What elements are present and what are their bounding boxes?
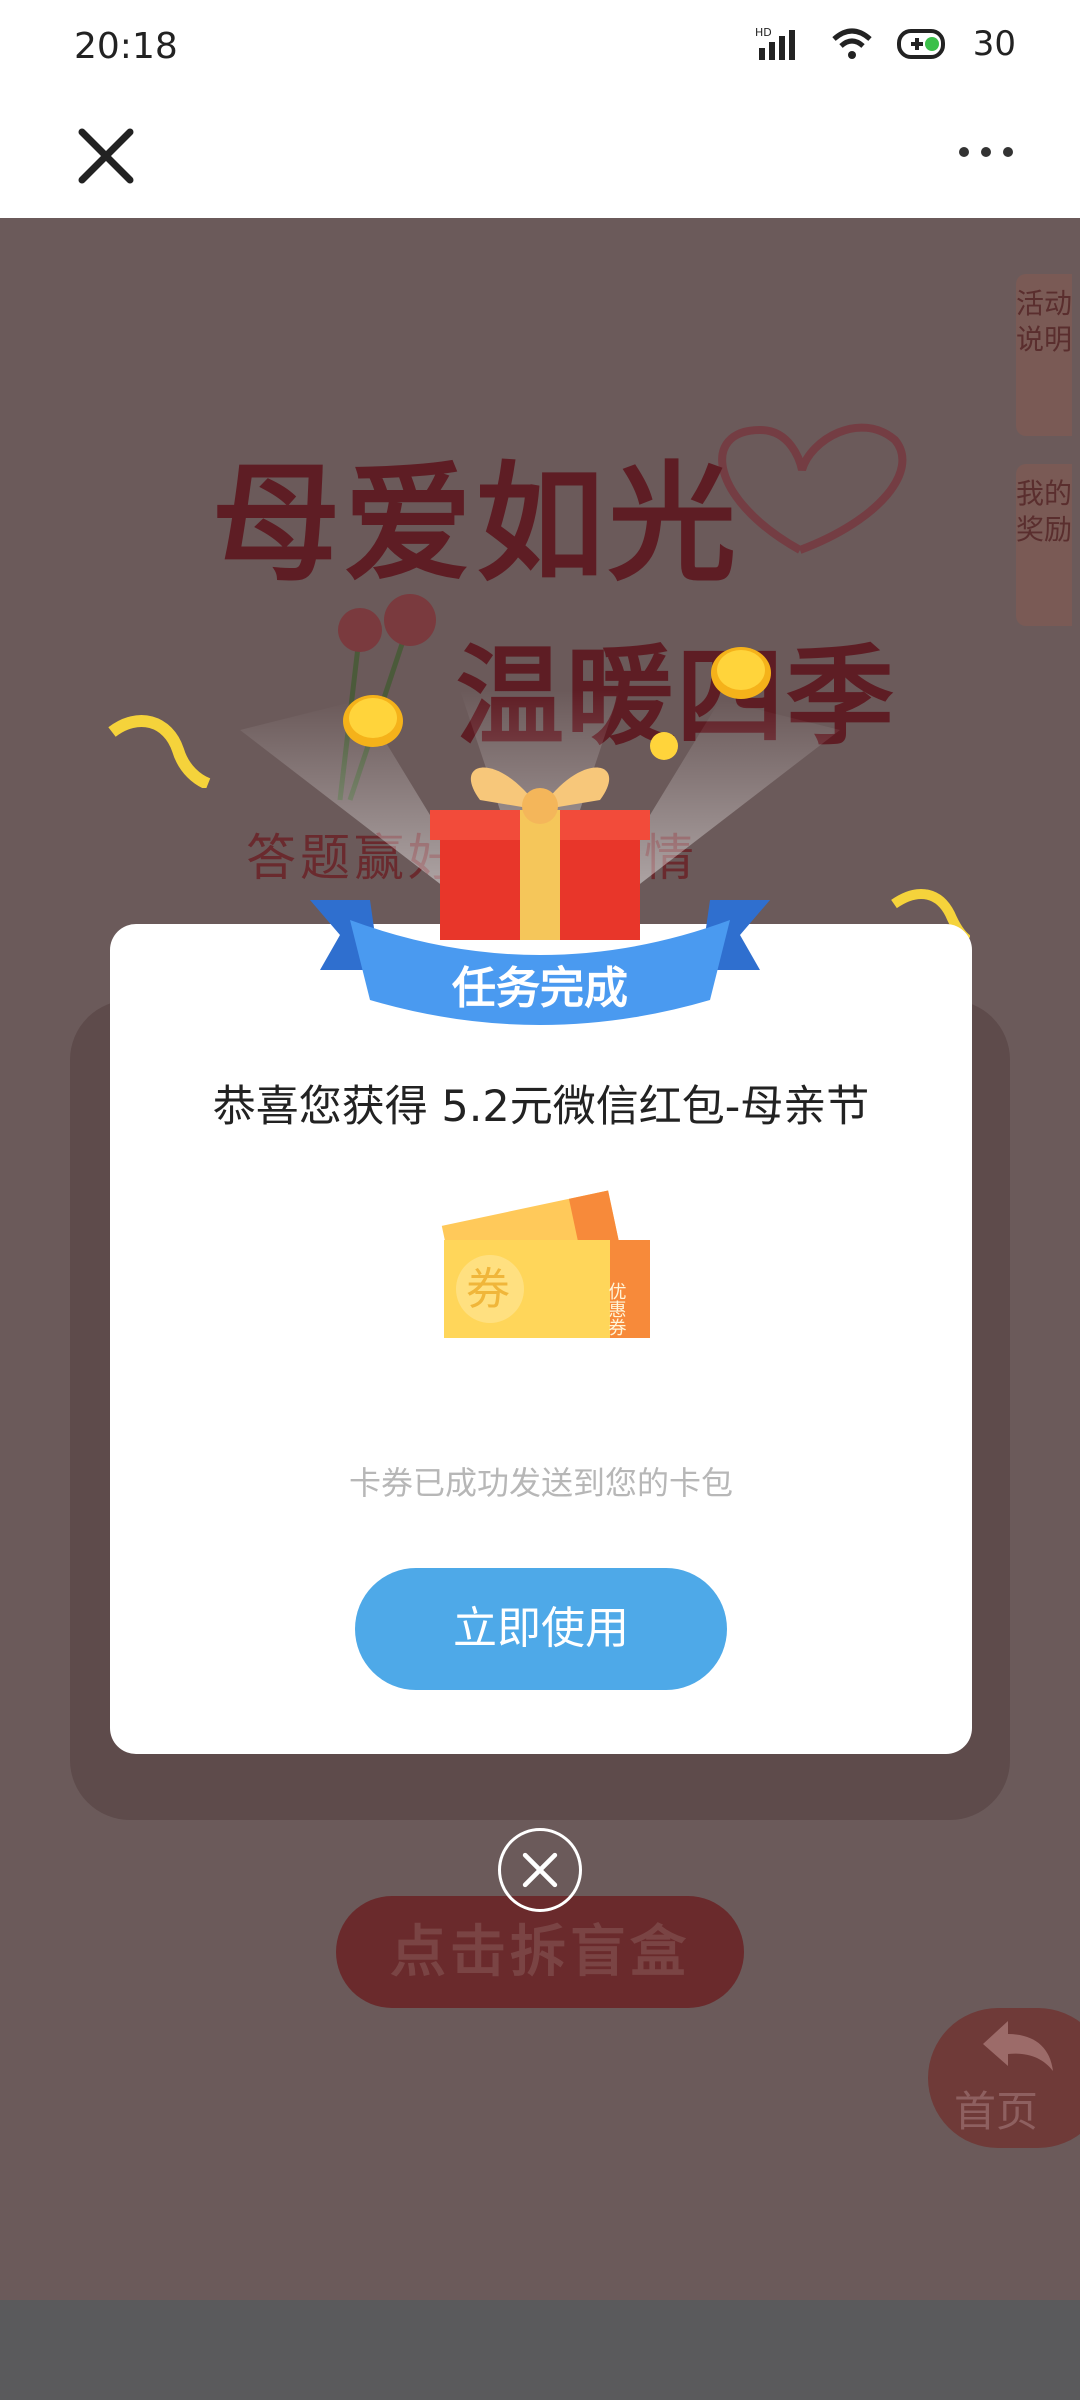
title-bar [0,96,1080,218]
side-tab-label: 活动说明 [1016,287,1073,356]
task-complete-dialog: 恭喜您获得 5.2元微信红包-母亲节 券 优惠券 卡券已成功发送到您的卡包 立即… [110,924,972,1754]
reward-message: 恭喜您获得 5.2元微信红包-母亲节 [212,1082,870,1132]
hero-title-line-1: 母爱如光 [212,449,741,599]
more-dots-icon[interactable] [956,142,1016,162]
svg-text:券: 券 [466,1264,510,1315]
svg-text:HD: HD [755,26,772,39]
status-bar: 20:18 HD 30 [0,0,1080,96]
svg-text:优惠券: 优惠券 [606,1282,627,1336]
battery-level: 30 [972,24,1016,64]
delivery-hint: 卡券已成功发送到您的卡包 [348,1464,733,1502]
home-button[interactable]: 首页 [928,2008,1080,2148]
bottom-strip [0,2300,1080,2400]
side-tab-label: 我的奖励 [1016,477,1073,546]
battery-icon [896,29,945,59]
coin-icon [711,647,771,699]
dialog-close-icon[interactable] [498,1828,582,1912]
back-arrow-icon [983,2021,1053,2071]
status-icons: HD 30 [755,24,1016,64]
banner-title: 任务完成 [452,963,628,1014]
signal-icon: HD [755,26,795,60]
status-time: 20:18 [74,26,178,67]
use-now-button[interactable]: 立即使用 [355,1568,727,1690]
wifi-icon [832,28,872,59]
side-tab-my-rewards[interactable]: 我的奖励 [1016,464,1072,626]
coupon-ticket-icon: 券 优惠券 [441,1190,650,1338]
side-tab-activity-rules[interactable]: 活动说明 [1016,274,1072,436]
home-button-label: 首页 [954,2087,1039,2136]
open-blind-box-button[interactable]: 点击拆盲盒 [336,1896,744,2008]
coin-icon [343,695,403,747]
ribbon-confetti-icon [108,715,211,788]
close-icon[interactable] [74,124,138,188]
